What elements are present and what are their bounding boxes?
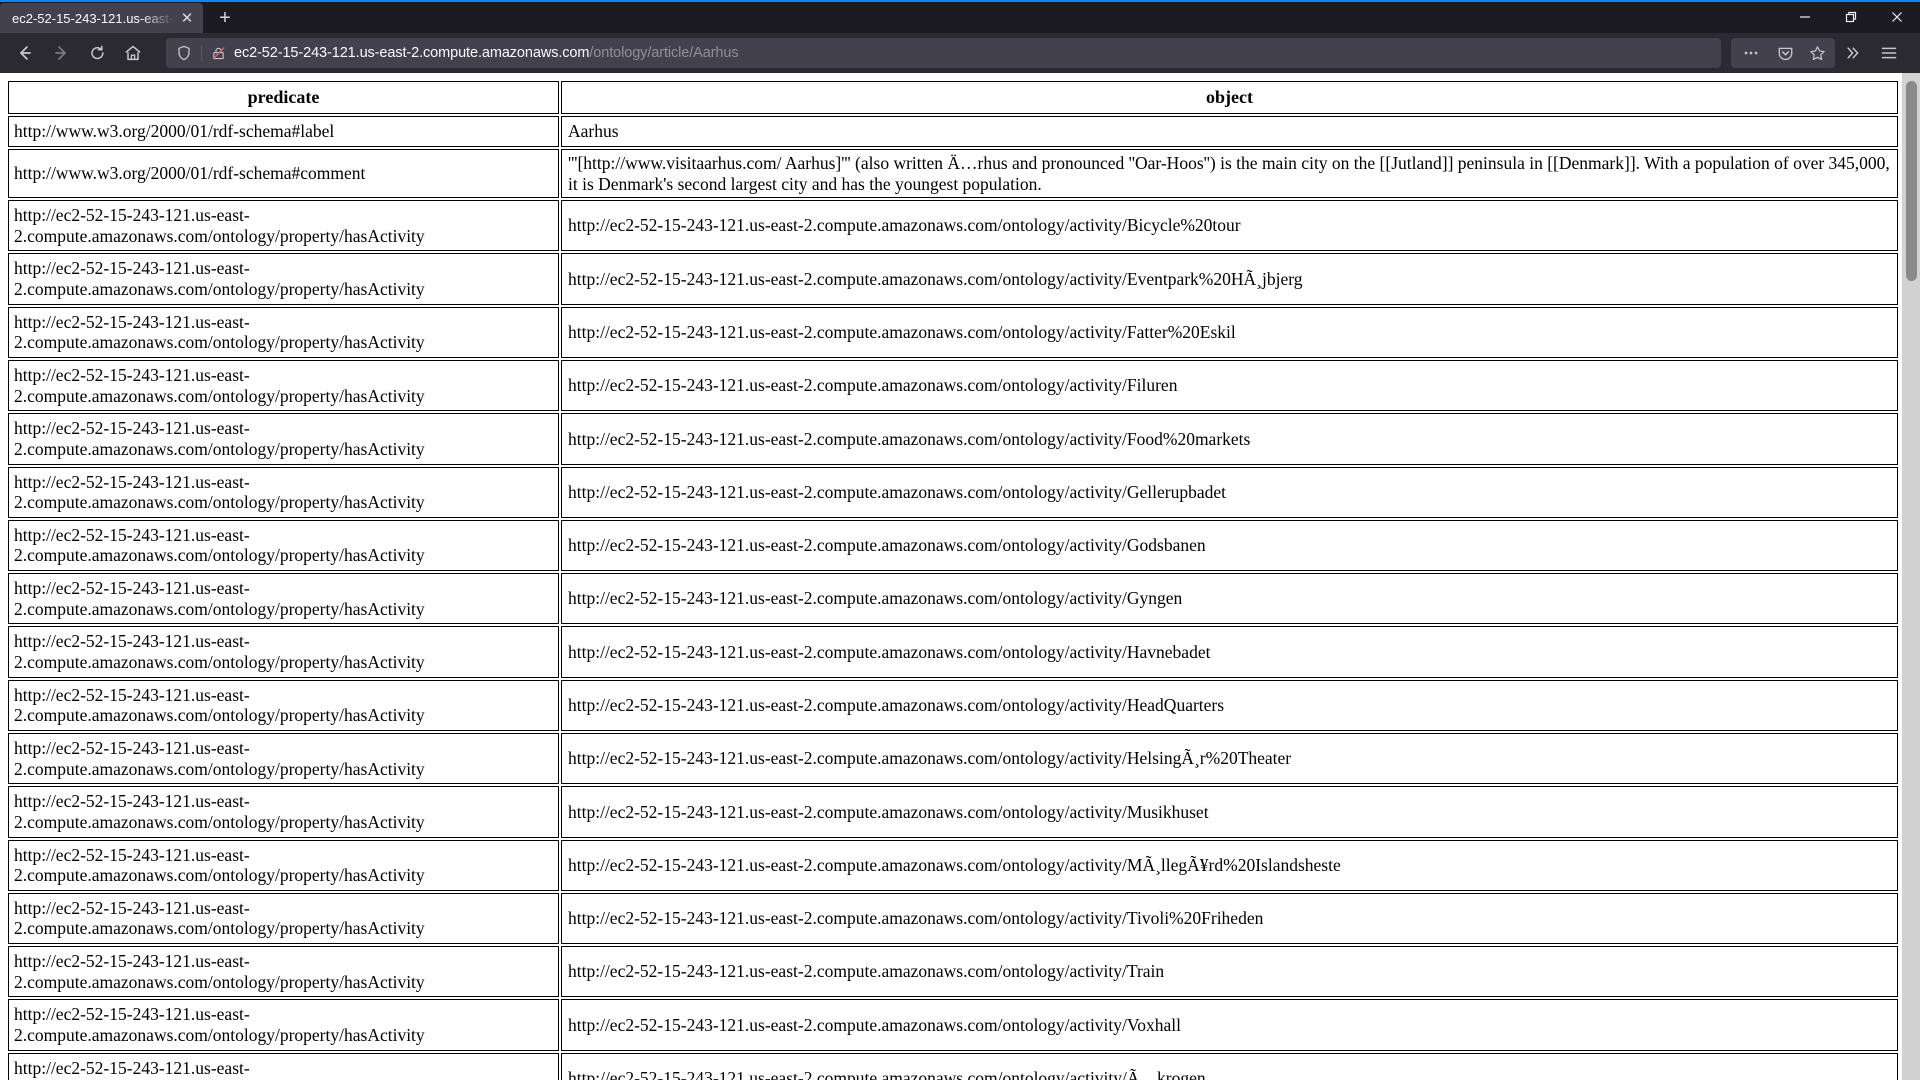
address-path: /ontology/article/Aarhus — [589, 45, 739, 61]
column-header-predicate: predicate — [8, 81, 559, 115]
rdf-triples-table: predicate object http://www.w3.org/2000/… — [6, 79, 1900, 1080]
cell-predicate: http://ec2-52-15-243-121.us-east-2.compu… — [8, 200, 559, 252]
table-body: http://www.w3.org/2000/01/rdf-schema#lab… — [8, 116, 1898, 1080]
table-header-row: predicate object — [8, 81, 1898, 115]
tab-close-icon[interactable]: ✕ — [177, 8, 197, 28]
cell-object: http://ec2-52-15-243-121.us-east-2.compu… — [561, 892, 1898, 945]
cell-predicate: http://ec2-52-15-243-121.us-east-2.compu… — [8, 306, 559, 358]
tab-active[interactable]: ec2-52-15-243-121.us-east-2 ✕ — [0, 3, 203, 33]
column-header-object: object — [561, 81, 1898, 115]
table-row: http://www.w3.org/2000/01/rdf-schema#lab… — [8, 116, 1898, 147]
cell-predicate: http://ec2-52-15-243-121.us-east-2.compu… — [8, 519, 559, 572]
tab-strip: ec2-52-15-243-121.us-east-2 ✕ + — [0, 0, 1920, 33]
table-row: http://ec2-52-15-243-121.us-east-2.compu… — [8, 200, 1898, 252]
cell-object: http://ec2-52-15-243-121.us-east-2.compu… — [561, 200, 1898, 252]
minimize-icon[interactable] — [1782, 0, 1828, 33]
table-row: http://ec2-52-15-243-121.us-east-2.compu… — [8, 786, 1898, 838]
cell-object: http://ec2-52-15-243-121.us-east-2.compu… — [561, 732, 1898, 785]
home-icon[interactable] — [116, 37, 150, 69]
cell-object: http://ec2-52-15-243-121.us-east-2.compu… — [561, 999, 1898, 1051]
table-row: http://ec2-52-15-243-121.us-east-2.compu… — [8, 360, 1898, 412]
browser-window: ec2-52-15-243-121.us-east-2 ✕ + ec2-52-1… — [0, 0, 1920, 1080]
address-text[interactable]: ec2-52-15-243-121.us-east-2.compute.amaz… — [234, 45, 1713, 61]
cell-predicate: http://www.w3.org/2000/01/rdf-schema#com… — [8, 148, 559, 199]
restore-icon[interactable] — [1828, 0, 1874, 33]
close-icon[interactable] — [1874, 0, 1920, 33]
cell-predicate: http://ec2-52-15-243-121.us-east-2.compu… — [8, 679, 559, 731]
cell-object: http://ec2-52-15-243-121.us-east-2.compu… — [561, 413, 1898, 465]
back-icon[interactable] — [8, 37, 42, 69]
table-row: http://www.w3.org/2000/01/rdf-schema#com… — [8, 148, 1898, 199]
cell-object: http://ec2-52-15-243-121.us-east-2.compu… — [561, 626, 1898, 678]
table-row: http://ec2-52-15-243-121.us-east-2.compu… — [8, 466, 1898, 518]
cell-object: http://ec2-52-15-243-121.us-east-2.compu… — [561, 253, 1898, 305]
urlbar-actions — [1731, 38, 1835, 68]
cell-object: http://ec2-52-15-243-121.us-east-2.compu… — [561, 946, 1898, 998]
cell-predicate: http://ec2-52-15-243-121.us-east-2.compu… — [8, 626, 559, 678]
cell-predicate: http://ec2-52-15-243-121.us-east-2.compu… — [8, 999, 559, 1051]
table-row: http://ec2-52-15-243-121.us-east-2.compu… — [8, 626, 1898, 678]
new-tab-button[interactable]: + — [209, 3, 241, 33]
bookmark-star-icon[interactable] — [1801, 38, 1833, 68]
page-viewport: predicate object http://www.w3.org/2000/… — [0, 73, 1920, 1080]
table-row: http://ec2-52-15-243-121.us-east-2.compu… — [8, 946, 1898, 998]
cell-predicate: http://ec2-52-15-243-121.us-east-2.compu… — [8, 413, 559, 465]
cell-object: http://ec2-52-15-243-121.us-east-2.compu… — [561, 839, 1898, 891]
cell-object: http://ec2-52-15-243-121.us-east-2.compu… — [561, 573, 1898, 625]
cell-object: http://ec2-52-15-243-121.us-east-2.compu… — [561, 519, 1898, 572]
cell-predicate: http://ec2-52-15-243-121.us-east-2.compu… — [8, 946, 559, 998]
cell-predicate: http://ec2-52-15-243-121.us-east-2.compu… — [8, 360, 559, 412]
cell-predicate: http://ec2-52-15-243-121.us-east-2.compu… — [8, 466, 559, 518]
cell-predicate: http://www.w3.org/2000/01/rdf-schema#lab… — [8, 116, 559, 147]
cell-object: http://ec2-52-15-243-121.us-east-2.compu… — [561, 1052, 1898, 1080]
lock-broken-icon[interactable] — [209, 44, 227, 62]
scrollbar-thumb[interactable] — [1906, 81, 1917, 281]
cell-object: http://ec2-52-15-243-121.us-east-2.compu… — [561, 786, 1898, 838]
cell-predicate: http://ec2-52-15-243-121.us-east-2.compu… — [8, 839, 559, 891]
table-row: http://ec2-52-15-243-121.us-east-2.compu… — [8, 306, 1898, 358]
urlbar-divider — [201, 45, 202, 61]
cell-predicate: http://ec2-52-15-243-121.us-east-2.compu… — [8, 573, 559, 625]
table-row: http://ec2-52-15-243-121.us-east-2.compu… — [8, 413, 1898, 465]
cell-predicate: http://ec2-52-15-243-121.us-east-2.compu… — [8, 1052, 559, 1080]
table-row: http://ec2-52-15-243-121.us-east-2.compu… — [8, 732, 1898, 785]
extensions-overflow-icon[interactable] — [1835, 38, 1871, 68]
table-row: http://ec2-52-15-243-121.us-east-2.compu… — [8, 519, 1898, 572]
cell-object: http://ec2-52-15-243-121.us-east-2.compu… — [561, 360, 1898, 412]
table-row: http://ec2-52-15-243-121.us-east-2.compu… — [8, 253, 1898, 305]
forward-icon[interactable] — [44, 37, 78, 69]
cell-object: http://ec2-52-15-243-121.us-east-2.compu… — [561, 679, 1898, 731]
address-bar[interactable]: ec2-52-15-243-121.us-east-2.compute.amaz… — [166, 38, 1721, 68]
cell-object: Aarhus — [561, 116, 1898, 147]
app-menu-icon[interactable] — [1871, 38, 1907, 68]
tab-title: ec2-52-15-243-121.us-east-2 — [12, 10, 177, 26]
window-controls — [1782, 0, 1920, 33]
shield-icon[interactable] — [174, 43, 194, 63]
table-row: http://ec2-52-15-243-121.us-east-2.compu… — [8, 839, 1898, 891]
table-row: http://ec2-52-15-243-121.us-east-2.compu… — [8, 892, 1898, 945]
page-scrollbar[interactable] — [1902, 73, 1920, 1080]
navigation-toolbar: ec2-52-15-243-121.us-east-2.compute.amaz… — [0, 33, 1920, 73]
cell-predicate: http://ec2-52-15-243-121.us-east-2.compu… — [8, 786, 559, 838]
table-row: http://ec2-52-15-243-121.us-east-2.compu… — [8, 679, 1898, 731]
cell-object: '''[http://www.visitaarhus.com/ Aarhus]'… — [561, 148, 1898, 199]
page-content: predicate object http://www.w3.org/2000/… — [0, 73, 1902, 1080]
address-host: ec2-52-15-243-121.us-east-2.compute.amaz… — [234, 45, 590, 61]
cell-object: http://ec2-52-15-243-121.us-east-2.compu… — [561, 466, 1898, 518]
cell-predicate: http://ec2-52-15-243-121.us-east-2.compu… — [8, 253, 559, 305]
pocket-icon[interactable] — [1769, 38, 1801, 68]
table-row: http://ec2-52-15-243-121.us-east-2.compu… — [8, 1052, 1898, 1080]
cell-predicate: http://ec2-52-15-243-121.us-east-2.compu… — [8, 732, 559, 785]
table-row: http://ec2-52-15-243-121.us-east-2.compu… — [8, 573, 1898, 625]
cell-predicate: http://ec2-52-15-243-121.us-east-2.compu… — [8, 892, 559, 945]
toolbar-right-group — [1731, 38, 1907, 68]
cell-object: http://ec2-52-15-243-121.us-east-2.compu… — [561, 306, 1898, 358]
page-actions-icon[interactable] — [1733, 38, 1769, 68]
table-row: http://ec2-52-15-243-121.us-east-2.compu… — [8, 999, 1898, 1051]
reload-icon[interactable] — [80, 37, 114, 69]
